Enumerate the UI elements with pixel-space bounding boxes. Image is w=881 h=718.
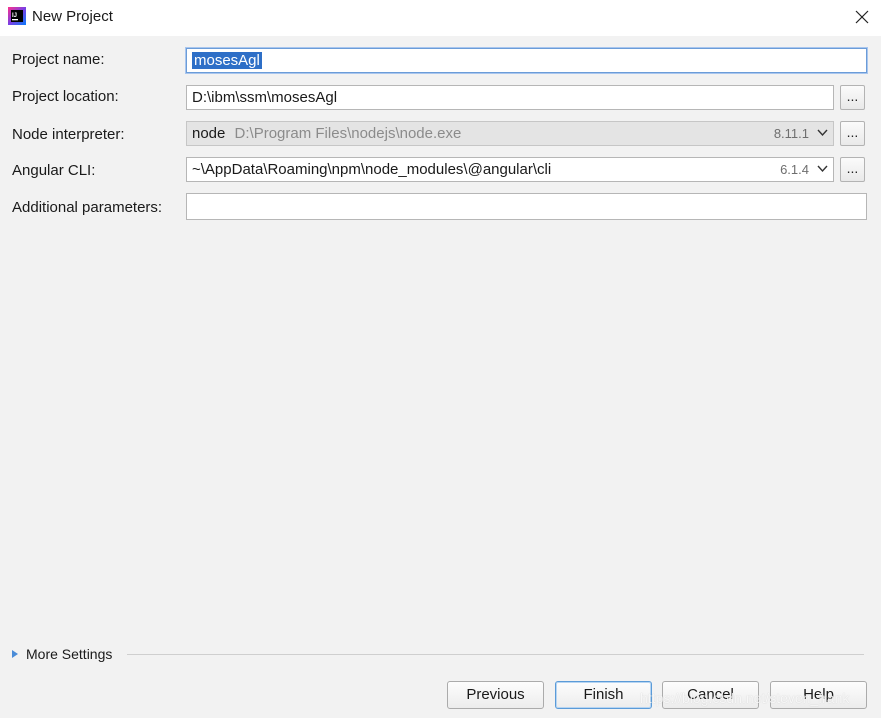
node-interpreter-path: D:\Program Files\nodejs\node.exe <box>234 125 462 142</box>
project-name-value: mosesAgl <box>192 52 262 69</box>
additional-parameters-label: Additional parameters: <box>12 199 163 216</box>
finish-button[interactable]: Finish <box>555 681 652 709</box>
project-location-browse-button[interactable]: ... <box>840 85 865 110</box>
title-bar: IJ New Project <box>0 0 881 36</box>
node-interpreter-browse-button[interactable]: ... <box>840 121 865 146</box>
angular-cli-version: 6.1.4 <box>780 162 809 177</box>
project-location-input[interactable]: D:\ibm\ssm\mosesAgl <box>186 85 834 110</box>
divider <box>127 654 864 655</box>
node-interpreter-name: node <box>192 125 226 142</box>
node-interpreter-select[interactable]: node D:\Program Files\nodejs\node.exe 8.… <box>186 121 834 146</box>
svg-text:IJ: IJ <box>12 13 17 19</box>
watermark-text: https://blog.csdn.net/steven_frank <box>640 690 850 706</box>
angular-cli-value: ~\AppData\Roaming\npm\node_modules\@angu… <box>192 161 552 178</box>
additional-parameters-input[interactable] <box>186 193 867 220</box>
project-name-input[interactable]: mosesAgl <box>186 48 867 73</box>
node-interpreter-version: 8.11.1 <box>773 126 809 141</box>
intellij-app-icon: IJ <box>8 7 26 25</box>
chevron-down-icon <box>817 165 828 173</box>
project-location-label: Project location: <box>12 88 119 105</box>
project-name-label: Project name: <box>12 51 105 68</box>
previous-button[interactable]: Previous <box>447 681 544 709</box>
angular-cli-label: Angular CLI: <box>12 162 96 179</box>
project-location-value: D:\ibm\ssm\mosesAgl <box>192 89 338 106</box>
close-icon[interactable] <box>848 4 876 30</box>
angular-cli-select[interactable]: ~\AppData\Roaming\npm\node_modules\@angu… <box>186 157 834 182</box>
angular-cli-browse-button[interactable]: ... <box>840 157 865 182</box>
more-settings-label: More Settings <box>26 646 113 662</box>
window-title: New Project <box>32 8 113 25</box>
expand-arrow-icon <box>12 650 18 658</box>
chevron-down-icon <box>817 129 828 137</box>
node-interpreter-label: Node interpreter: <box>12 126 125 143</box>
